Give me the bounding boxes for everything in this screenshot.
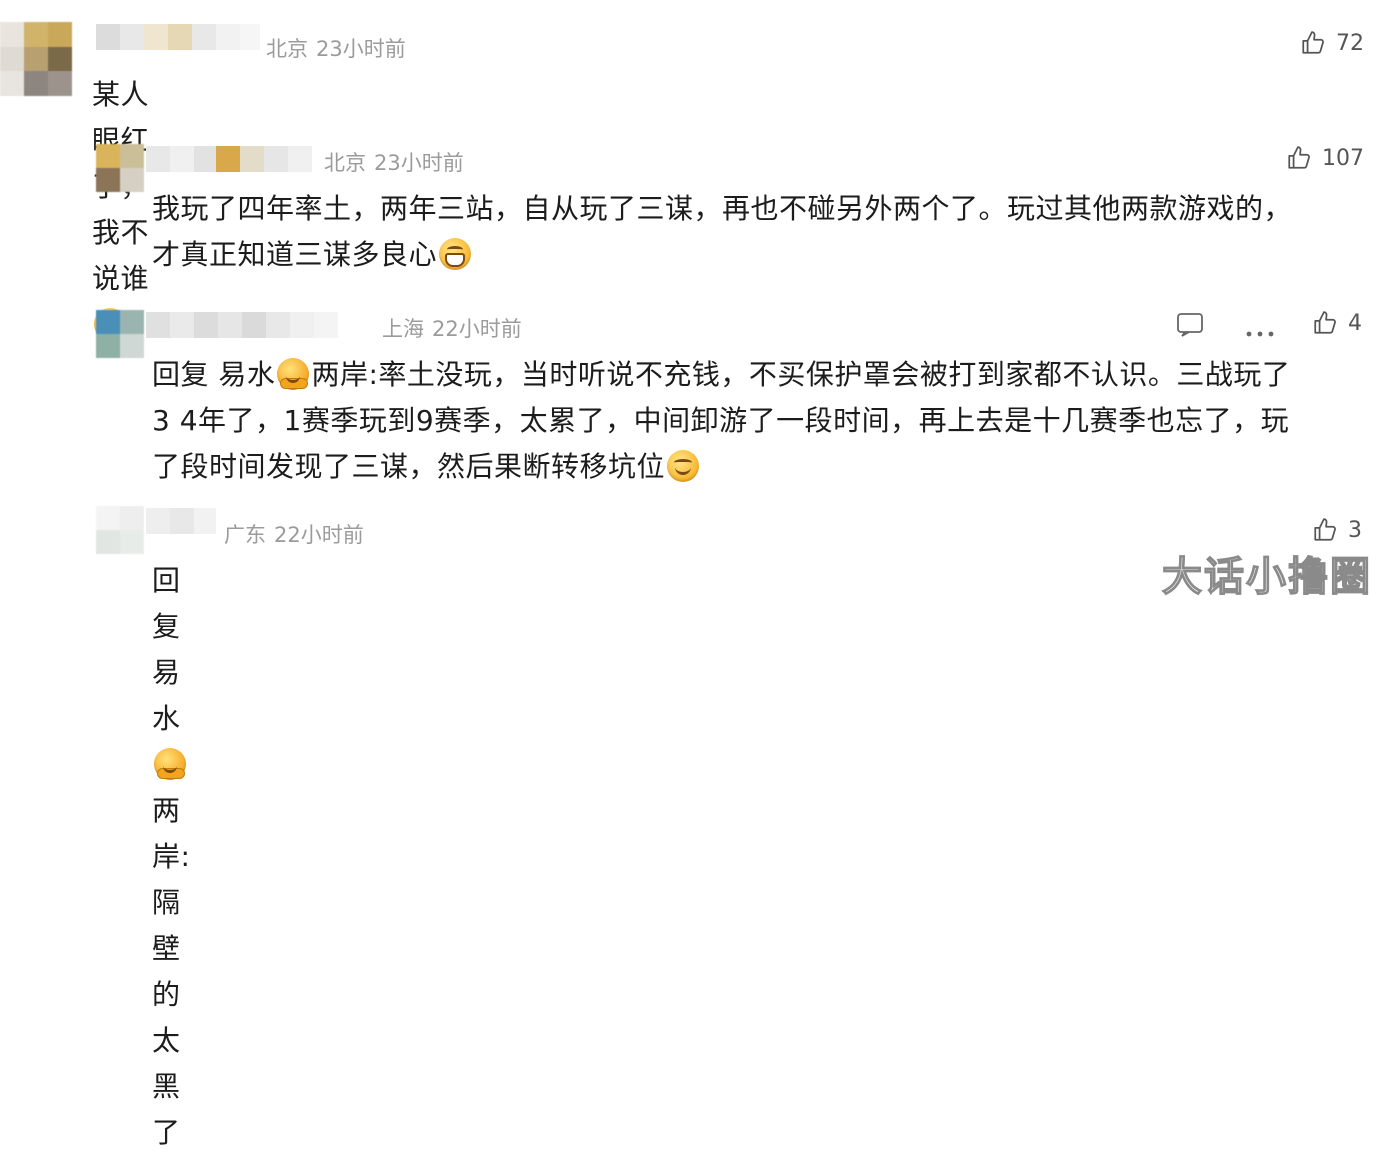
thumbs-up-icon <box>1314 311 1336 334</box>
reply-to-user[interactable]: 易水两岸: <box>152 656 190 873</box>
reply-prefix: 回复 <box>152 358 210 391</box>
thumbs-up-icon <box>1288 146 1310 169</box>
hug-emoji <box>277 358 310 390</box>
location-label: 北京 <box>324 151 366 175</box>
timestamp: 23小时前 <box>316 37 406 61</box>
more-icon <box>1246 331 1274 337</box>
comment-text: 某人眼红了，我不说谁 <box>92 72 149 348</box>
location-label: 上海 <box>382 317 424 341</box>
comment-meta: 北京 23小时前 <box>324 147 472 177</box>
watermark: 大话小撸圈 <box>1161 553 1372 600</box>
smile-emoji <box>667 450 700 482</box>
comment-text: 我玩了四年率土，两年三站，自从玩了三谋，再也不碰另外两个了。玩过其他两款游戏的，… <box>152 192 1293 271</box>
like-count: 4 <box>1348 310 1362 336</box>
more-button[interactable] <box>1246 322 1274 341</box>
thumbs-up-icon <box>1302 31 1324 54</box>
comment-text: 回复 易水 两岸:率土没玩，当时听说不充钱，不买保护罩会被打到家都不认识。三战玩了… <box>152 358 1291 483</box>
like-count: 3 <box>1348 517 1362 543</box>
reply-prefix: 回复 <box>152 564 181 643</box>
comment-meta: 北京 23小时前 <box>266 33 414 63</box>
location-label: 北京 <box>266 37 308 61</box>
comment-icon <box>1177 313 1203 337</box>
username-blurred[interactable] <box>146 508 216 534</box>
comment-meta: 上海 22小时前 <box>382 313 530 343</box>
thumbs-up-icon <box>1314 518 1336 541</box>
username-blurred[interactable] <box>146 312 338 338</box>
like-button[interactable]: 4 <box>1312 310 1362 336</box>
avatar[interactable] <box>96 506 144 554</box>
avatar[interactable] <box>96 144 144 192</box>
reply-button[interactable] <box>1176 312 1204 342</box>
avatar[interactable] <box>96 310 144 358</box>
username-blurred[interactable] <box>96 24 260 50</box>
like-button[interactable]: 3 <box>1312 517 1362 543</box>
avatar[interactable] <box>0 22 72 96</box>
comment-meta: 广东 22小时前 <box>224 519 372 549</box>
comment-text: 回复 易水两岸:隔壁的太黑了 <box>152 564 191 1149</box>
reply-to-user[interactable]: 易水两岸: <box>218 358 378 391</box>
like-button[interactable]: 107 <box>1286 145 1364 171</box>
timestamp: 22小时前 <box>274 523 364 547</box>
like-count: 107 <box>1322 145 1364 171</box>
grin-emoji <box>439 238 472 270</box>
username-blurred[interactable] <box>146 146 312 172</box>
location-label: 广东 <box>224 523 266 547</box>
like-count: 72 <box>1336 30 1364 56</box>
timestamp: 23小时前 <box>374 151 464 175</box>
timestamp: 22小时前 <box>432 317 522 341</box>
hug-emoji <box>154 748 186 780</box>
like-button[interactable]: 72 <box>1300 30 1364 56</box>
